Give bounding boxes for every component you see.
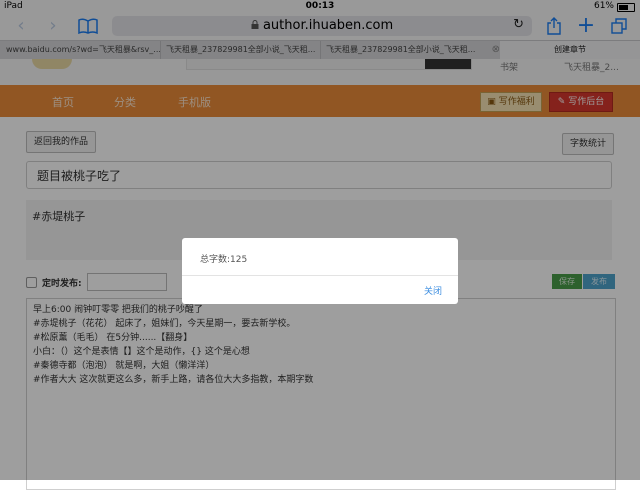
dialog-close-button[interactable]: 关闭 bbox=[424, 284, 442, 297]
word-count-dialog: 总字数:125 关闭 bbox=[182, 238, 458, 304]
dialog-divider bbox=[182, 275, 458, 276]
dialog-message: 总字数:125 bbox=[200, 255, 248, 265]
